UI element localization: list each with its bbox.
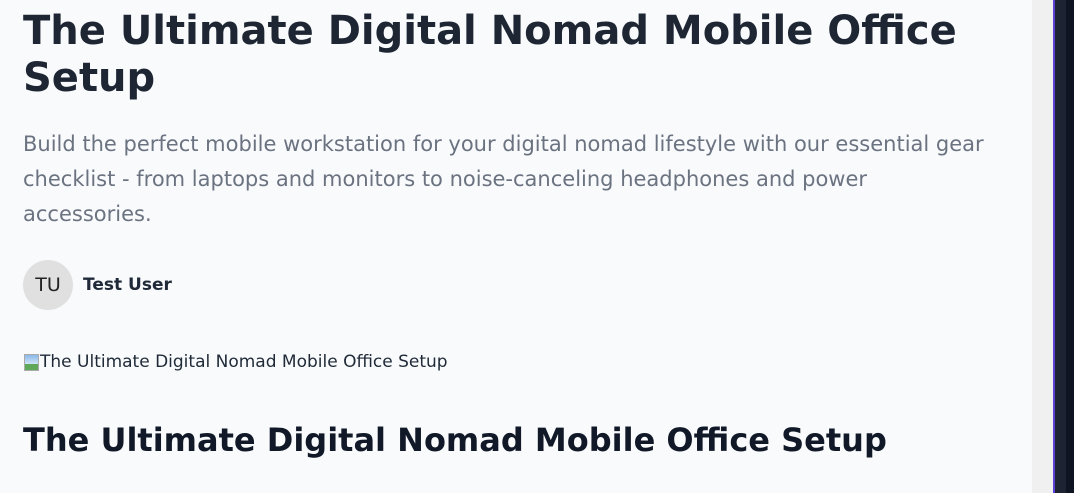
side-panel <box>1055 0 1066 493</box>
article-subtitle: Build the perfect mobile workstation for… <box>23 132 984 226</box>
author-info[interactable]: TU Test User <box>23 260 172 310</box>
hero-image-alt: The Ultimate Digital Nomad Mobile Office… <box>40 352 448 372</box>
page-title: The Ultimate Digital Nomad Mobile Office… <box>23 8 957 101</box>
author-name: Test User <box>83 275 172 295</box>
side-panel-edge <box>1066 0 1074 493</box>
broken-image-icon <box>23 353 39 371</box>
scrollbar[interactable] <box>1032 0 1053 493</box>
section-heading: The Ultimate Digital Nomad Mobile Office… <box>23 421 887 459</box>
hero-image: The Ultimate Digital Nomad Mobile Office… <box>23 352 448 372</box>
avatar: TU <box>23 260 73 310</box>
article-content: The Ultimate Digital Nomad Mobile Office… <box>0 0 1032 493</box>
